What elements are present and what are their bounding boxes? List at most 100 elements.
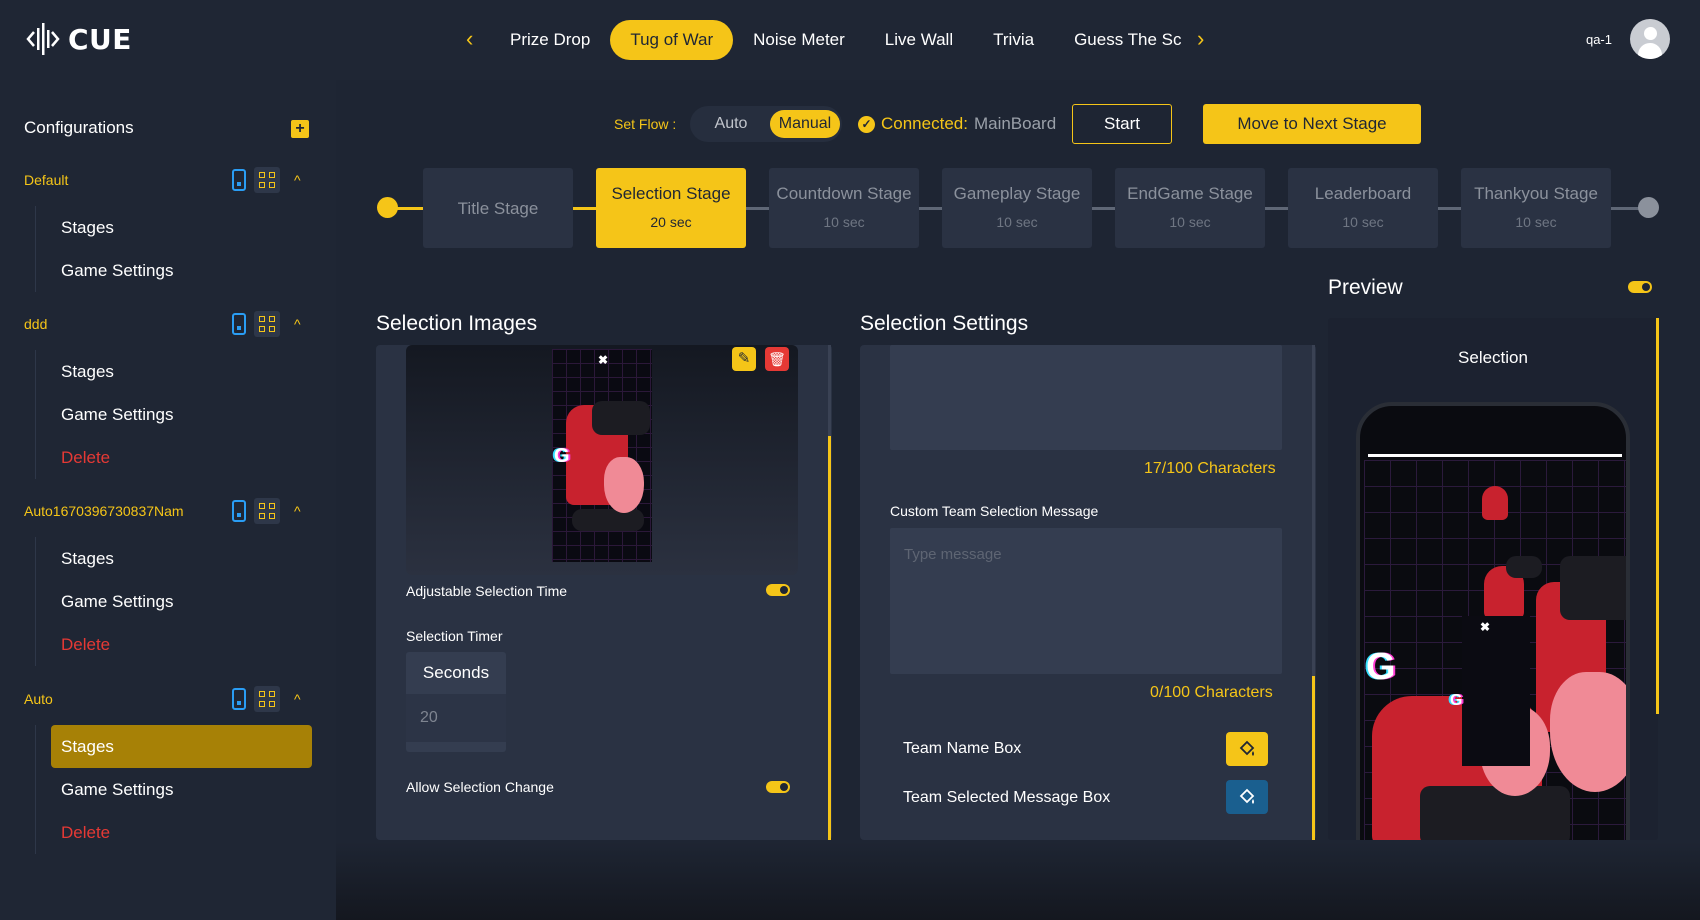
- adjustable-selection-time-label: Adjustable Selection Time: [406, 583, 568, 599]
- config-group-name: Default: [24, 172, 69, 188]
- stage-countdown[interactable]: Countdown Stage 10 sec: [769, 168, 919, 248]
- qr-code-icon[interactable]: [254, 167, 280, 193]
- tab-prize-drop[interactable]: Prize Drop: [490, 20, 610, 60]
- phone-mockup: ✖ G G: [1356, 402, 1630, 840]
- config-group-auto: Auto ^ Stages Game Settings Delete: [0, 685, 336, 854]
- preview-toggle[interactable]: [1628, 281, 1652, 293]
- paint-bucket-icon: [1239, 788, 1255, 804]
- timeline-start-dot: [377, 197, 398, 218]
- chevron-left-icon[interactable]: ‹: [466, 26, 473, 52]
- config-group-name: Auto1670396730837Nam: [24, 503, 184, 519]
- sidebar-item-stages[interactable]: Stages: [36, 206, 336, 249]
- connected-value: MainBoard: [973, 114, 1057, 133]
- chevron-up-icon[interactable]: ^: [294, 691, 301, 707]
- chevron-up-icon[interactable]: ^: [294, 316, 301, 332]
- custom-team-selection-message-label: Custom Team Selection Message: [890, 503, 1099, 519]
- stage-gameplay[interactable]: Gameplay Stage 10 sec: [942, 168, 1092, 248]
- team-selected-message-box-color-button[interactable]: [1226, 780, 1268, 814]
- logo-text: CUE: [68, 22, 132, 56]
- sidebar-item-game-settings[interactable]: Game Settings: [36, 249, 336, 292]
- tab-trivia[interactable]: Trivia: [973, 20, 1054, 60]
- config-group-header[interactable]: Auto1670396730837Nam ^: [0, 497, 336, 527]
- sidebar-item-stages[interactable]: Stages: [36, 537, 336, 580]
- phone-preview-icon[interactable]: [232, 688, 246, 710]
- phone-preview-icon[interactable]: [232, 169, 246, 191]
- start-button[interactable]: Start: [1072, 104, 1172, 144]
- tab-tug-of-war[interactable]: Tug of War: [610, 20, 734, 60]
- qr-code-icon[interactable]: [254, 498, 280, 524]
- selection-image-thumbnail[interactable]: ✖ G: [552, 349, 652, 562]
- sidebar-item-delete[interactable]: Delete: [36, 623, 336, 666]
- adjustable-selection-time-toggle[interactable]: [766, 584, 790, 596]
- connection-status: ✓ Connected: MainBoard: [858, 114, 1056, 134]
- sidebar-item-stages[interactable]: Stages: [36, 350, 336, 393]
- qr-code-icon[interactable]: [254, 686, 280, 712]
- timeline-end-dot: [1638, 197, 1659, 218]
- chevron-up-icon[interactable]: ^: [294, 172, 301, 188]
- sidebar-item-stages[interactable]: Stages: [51, 725, 312, 768]
- g-logo-icon: G: [554, 445, 570, 467]
- flow-option-auto[interactable]: Auto: [704, 110, 758, 138]
- sidebar-item-delete[interactable]: Delete: [36, 811, 336, 854]
- config-group-name: ddd: [24, 316, 48, 332]
- stage-name: Selection Stage: [611, 184, 731, 203]
- avatar-icon[interactable]: [1630, 19, 1670, 59]
- delete-image-button[interactable]: 🗑: [765, 347, 789, 371]
- move-to-next-stage-button[interactable]: Move to Next Stage: [1203, 104, 1421, 144]
- tab-live-wall[interactable]: Live Wall: [865, 20, 973, 60]
- stage-leaderboard[interactable]: Leaderboard 10 sec: [1288, 168, 1438, 248]
- stage-name: Countdown Stage: [776, 184, 912, 203]
- timer-seconds-input[interactable]: 20: [406, 694, 506, 742]
- top-header: CUE ‹ Prize Drop Tug of War Noise Meter …: [0, 0, 1700, 80]
- close-icon: ✖: [1480, 620, 1491, 634]
- selection-message-textarea[interactable]: [890, 345, 1282, 450]
- stage-time: 10 sec: [1342, 214, 1384, 230]
- user-menu[interactable]: qa-1: [1586, 19, 1670, 59]
- qr-code-icon[interactable]: [254, 311, 280, 337]
- phone-preview-icon[interactable]: [232, 500, 246, 522]
- stage-thankyou[interactable]: Thankyou Stage 10 sec: [1461, 168, 1611, 248]
- g-logo-icon: G: [1450, 692, 1463, 709]
- sidebar-item-game-settings[interactable]: Game Settings: [36, 768, 336, 811]
- g-logo-icon: G: [1366, 646, 1396, 688]
- chevron-up-icon[interactable]: ^: [294, 503, 301, 519]
- config-group-header[interactable]: Auto ^: [0, 685, 336, 715]
- edit-image-button[interactable]: ✎: [732, 347, 756, 371]
- config-group-header[interactable]: Default ^: [0, 166, 336, 196]
- flow-toggle: Auto Manual: [690, 106, 842, 142]
- stage-time: 10 sec: [823, 214, 865, 230]
- character-counter: 0/100 Characters: [1150, 684, 1273, 701]
- images-scrollbar[interactable]: [828, 436, 831, 840]
- add-configuration-button[interactable]: +: [291, 120, 309, 138]
- preview-scrollbar[interactable]: [1656, 318, 1659, 714]
- settings-scrollbar[interactable]: [1312, 676, 1315, 840]
- allow-selection-change-label: Allow Selection Change: [406, 779, 554, 795]
- config-group-name: Auto: [24, 691, 53, 707]
- config-group-ddd: ddd ^ Stages Game Settings Delete: [0, 310, 336, 479]
- game-tabs: Prize Drop Tug of War Noise Meter Live W…: [490, 20, 1201, 60]
- stage-name: Gameplay Stage: [953, 184, 1081, 203]
- config-group-default: Default ^ Stages Game Settings: [0, 166, 336, 292]
- timer-unit-label: Seconds: [422, 663, 490, 682]
- tab-noise-meter[interactable]: Noise Meter: [733, 20, 865, 60]
- sidebar-item-delete[interactable]: Delete: [36, 436, 336, 479]
- user-name: qa-1: [1585, 31, 1612, 47]
- selection-timer-label: Selection Timer: [406, 628, 503, 644]
- app-logo[interactable]: CUE: [24, 20, 132, 58]
- team-name-box-color-button[interactable]: [1226, 732, 1268, 766]
- flow-option-manual[interactable]: Manual: [770, 110, 840, 138]
- custom-team-selection-message-textarea[interactable]: Type message: [890, 528, 1282, 674]
- stage-title[interactable]: Title Stage: [423, 168, 573, 248]
- sidebar-item-game-settings[interactable]: Game Settings: [36, 393, 336, 436]
- stage-time: 10 sec: [996, 214, 1038, 230]
- allow-selection-change-toggle[interactable]: [766, 781, 790, 793]
- stage-name: Leaderboard: [1314, 184, 1412, 203]
- config-group-header[interactable]: ddd ^: [0, 310, 336, 340]
- stage-selection[interactable]: Selection Stage 20 sec: [596, 168, 746, 248]
- chevron-right-icon[interactable]: ›: [1197, 26, 1204, 52]
- sidebar-item-game-settings[interactable]: Game Settings: [36, 580, 336, 623]
- stage-time: 10 sec: [1515, 214, 1557, 230]
- phone-preview-icon[interactable]: [232, 313, 246, 335]
- tab-guess-the-sc[interactable]: Guess The Sc: [1054, 20, 1201, 60]
- stage-endgame[interactable]: EndGame Stage 10 sec: [1115, 168, 1265, 248]
